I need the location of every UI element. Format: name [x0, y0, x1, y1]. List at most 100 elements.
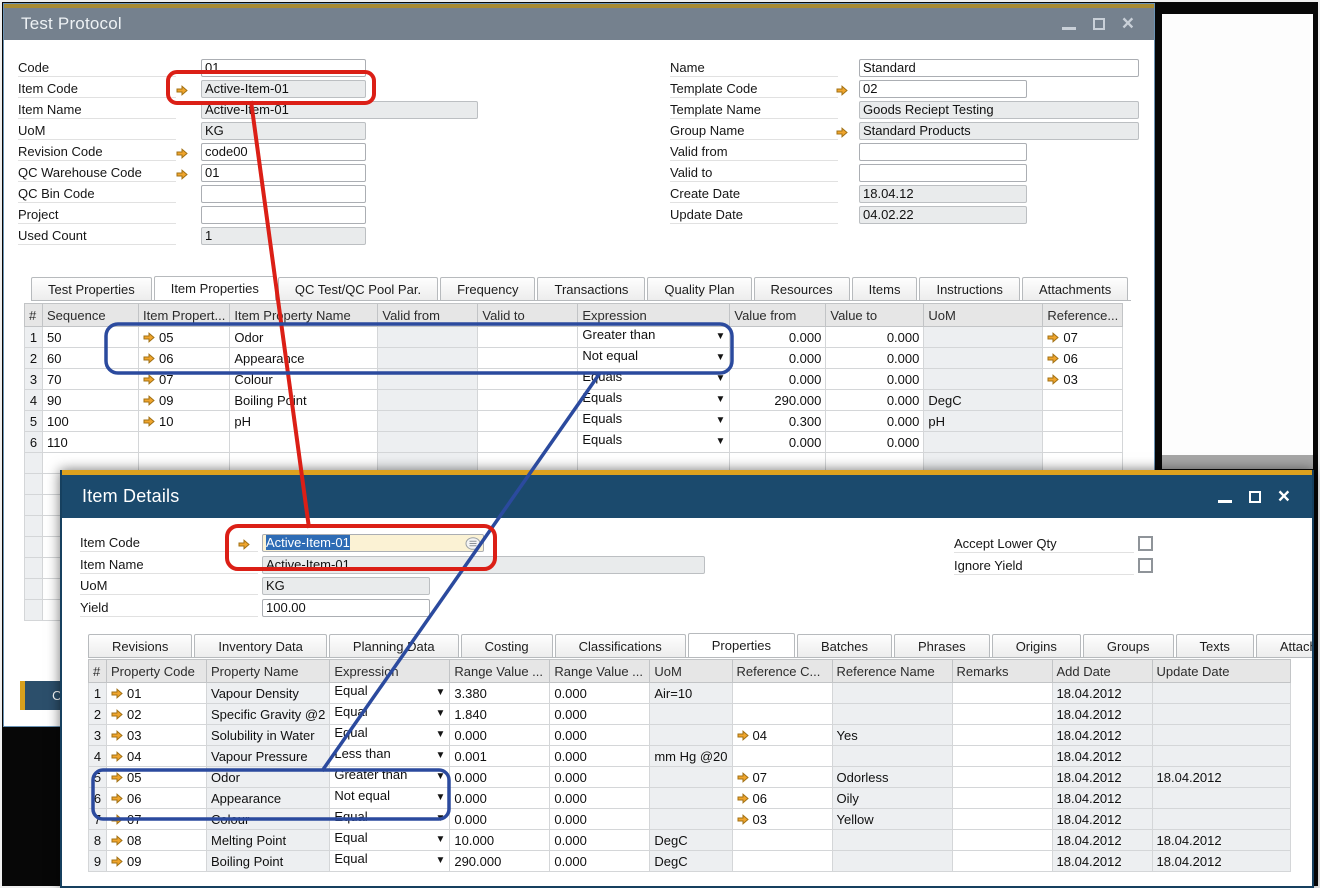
cell-remarks[interactable] — [952, 830, 1052, 851]
tab-batches[interactable]: Batches — [797, 634, 892, 658]
dropdown-arrow-icon[interactable]: ▼ — [715, 327, 725, 347]
tab-qc-test-qc-pool-par[interactable]: QC Test/QC Pool Par. — [278, 277, 438, 301]
name-field[interactable]: Standard — [859, 59, 1139, 77]
dropdown-arrow-icon[interactable]: ▼ — [435, 788, 445, 808]
cell-expr[interactable]: Equal▼ — [330, 809, 450, 830]
link-arrow-icon[interactable] — [836, 127, 848, 138]
link-arrow-icon[interactable] — [1047, 374, 1059, 385]
cell-seq[interactable]: 70 — [43, 369, 139, 390]
dropdown-arrow-icon[interactable]: ▼ — [715, 369, 725, 389]
cell-rv2[interactable]: 0.000 — [550, 851, 650, 872]
dropdown-arrow-icon[interactable]: ▼ — [715, 411, 725, 431]
link-arrow[interactable] — [836, 125, 848, 143]
cell-rv1[interactable]: 0.000 — [450, 767, 550, 788]
cell-vfrom[interactable]: 0.000 — [730, 369, 826, 390]
cell-ref[interactable]: 03 — [1043, 369, 1123, 390]
tab-origins[interactable]: Origins — [992, 634, 1081, 658]
link-arrow[interactable] — [836, 83, 848, 101]
group-name-field[interactable]: Standard Products — [859, 122, 1139, 140]
link-arrow-icon[interactable] — [836, 85, 848, 96]
dropdown-arrow-icon[interactable]: ▼ — [435, 767, 445, 787]
cell-ref[interactable]: 06 — [1043, 348, 1123, 369]
link-arrow-icon[interactable] — [111, 709, 123, 720]
template-name-field[interactable]: Goods Reciept Testing — [859, 101, 1139, 119]
cell-refc[interactable] — [732, 683, 832, 704]
tab-attachments[interactable]: Attachments — [1256, 634, 1314, 658]
cell-expr[interactable]: Equal▼ — [330, 683, 450, 704]
cell-ref[interactable] — [1043, 432, 1123, 453]
link-arrow-icon[interactable] — [1047, 332, 1059, 343]
tab-phrases[interactable]: Phrases — [894, 634, 990, 658]
tab-attachments[interactable]: Attachments — [1022, 277, 1128, 301]
accept-lower-qty-checkbox[interactable] — [1138, 536, 1153, 551]
cell-expr[interactable]: Less than▼ — [330, 746, 450, 767]
cell-name[interactable]: Boiling Point — [230, 390, 378, 411]
cell-code[interactable]: 08 — [107, 830, 207, 851]
cell-remarks[interactable] — [952, 746, 1052, 767]
close-icon[interactable]: × — [1122, 15, 1134, 33]
tab-planning-data[interactable]: Planning Data — [329, 634, 459, 658]
link-arrow-icon[interactable] — [143, 416, 155, 427]
cell-expr[interactable]: Equals▼ — [578, 432, 730, 453]
cell-code[interactable]: 07 — [107, 809, 207, 830]
link-arrow-icon[interactable] — [111, 814, 123, 825]
dropdown-arrow-icon[interactable]: ▼ — [715, 348, 725, 368]
cell-rv1[interactable]: 0.000 — [450, 788, 550, 809]
cell-refc[interactable]: 04 — [732, 725, 832, 746]
cell-prop[interactable] — [139, 432, 230, 453]
cell-vto[interactable]: 0.000 — [826, 390, 924, 411]
cell-refc[interactable] — [732, 851, 832, 872]
template-code-field[interactable]: 02 — [859, 80, 1027, 98]
dropdown-arrow-icon[interactable]: ▼ — [435, 851, 445, 871]
cell-vto[interactable]: 0.000 — [826, 327, 924, 348]
dropdown-arrow-icon[interactable]: ▼ — [435, 809, 445, 829]
cell-refc[interactable] — [732, 746, 832, 767]
cell-rv1[interactable]: 1.840 — [450, 704, 550, 725]
link-arrow-icon[interactable] — [143, 332, 155, 343]
dropdown-arrow-icon[interactable]: ▼ — [435, 725, 445, 745]
cell-refc[interactable]: 03 — [732, 809, 832, 830]
tab-costing[interactable]: Costing — [461, 634, 553, 658]
cell-code[interactable]: 09 — [107, 851, 207, 872]
cell-name[interactable]: Appearance — [230, 348, 378, 369]
cell-code[interactable]: 03 — [107, 725, 207, 746]
tab-texts[interactable]: Texts — [1176, 634, 1254, 658]
cell-prop[interactable]: 09 — [139, 390, 230, 411]
link-arrow-icon[interactable] — [111, 856, 123, 867]
uom-field[interactable]: KG — [262, 577, 430, 595]
cell-name[interactable]: Odor — [230, 327, 378, 348]
cell-rv2[interactable]: 0.000 — [550, 767, 650, 788]
link-arrow-icon[interactable] — [737, 814, 749, 825]
link-arrow-icon[interactable] — [143, 374, 155, 385]
cell-remarks[interactable] — [952, 767, 1052, 788]
cell-vto[interactable]: 0.000 — [826, 411, 924, 432]
minimize-icon[interactable] — [1062, 27, 1076, 30]
cell-rv1[interactable]: 0.000 — [450, 725, 550, 746]
cell-vfrom[interactable]: 0.000 — [730, 327, 826, 348]
cell-expr[interactable]: Equals▼ — [578, 411, 730, 432]
cell-prop[interactable]: 07 — [139, 369, 230, 390]
cell-ref[interactable] — [1043, 390, 1123, 411]
cell-rv2[interactable]: 0.000 — [550, 746, 650, 767]
link-arrow-icon[interactable] — [111, 793, 123, 804]
cell-expr[interactable]: Greater than▼ — [330, 767, 450, 788]
dropdown-arrow-icon[interactable]: ▼ — [715, 390, 725, 410]
cell-validto[interactable] — [478, 432, 578, 453]
cell-vfrom[interactable]: 0.000 — [730, 348, 826, 369]
cell-rv1[interactable]: 10.000 — [450, 830, 550, 851]
cell-rv2[interactable]: 0.000 — [550, 683, 650, 704]
cell-refc[interactable]: 06 — [732, 788, 832, 809]
cell-remarks[interactable] — [952, 725, 1052, 746]
cell-prop[interactable]: 05 — [139, 327, 230, 348]
cell-expr[interactable]: Equals▼ — [578, 369, 730, 390]
tab-quality-plan[interactable]: Quality Plan — [647, 277, 751, 301]
link-arrow-icon[interactable] — [737, 772, 749, 783]
cell-name[interactable]: Colour — [230, 369, 378, 390]
valid-from-field[interactable] — [859, 143, 1027, 161]
cell-seq[interactable]: 90 — [43, 390, 139, 411]
cell-rv2[interactable]: 0.000 — [550, 704, 650, 725]
cell-remarks[interactable] — [952, 809, 1052, 830]
link-arrow-icon[interactable] — [1047, 353, 1059, 364]
tab-resources[interactable]: Resources — [754, 277, 850, 301]
cell-expr[interactable]: Equal▼ — [330, 830, 450, 851]
